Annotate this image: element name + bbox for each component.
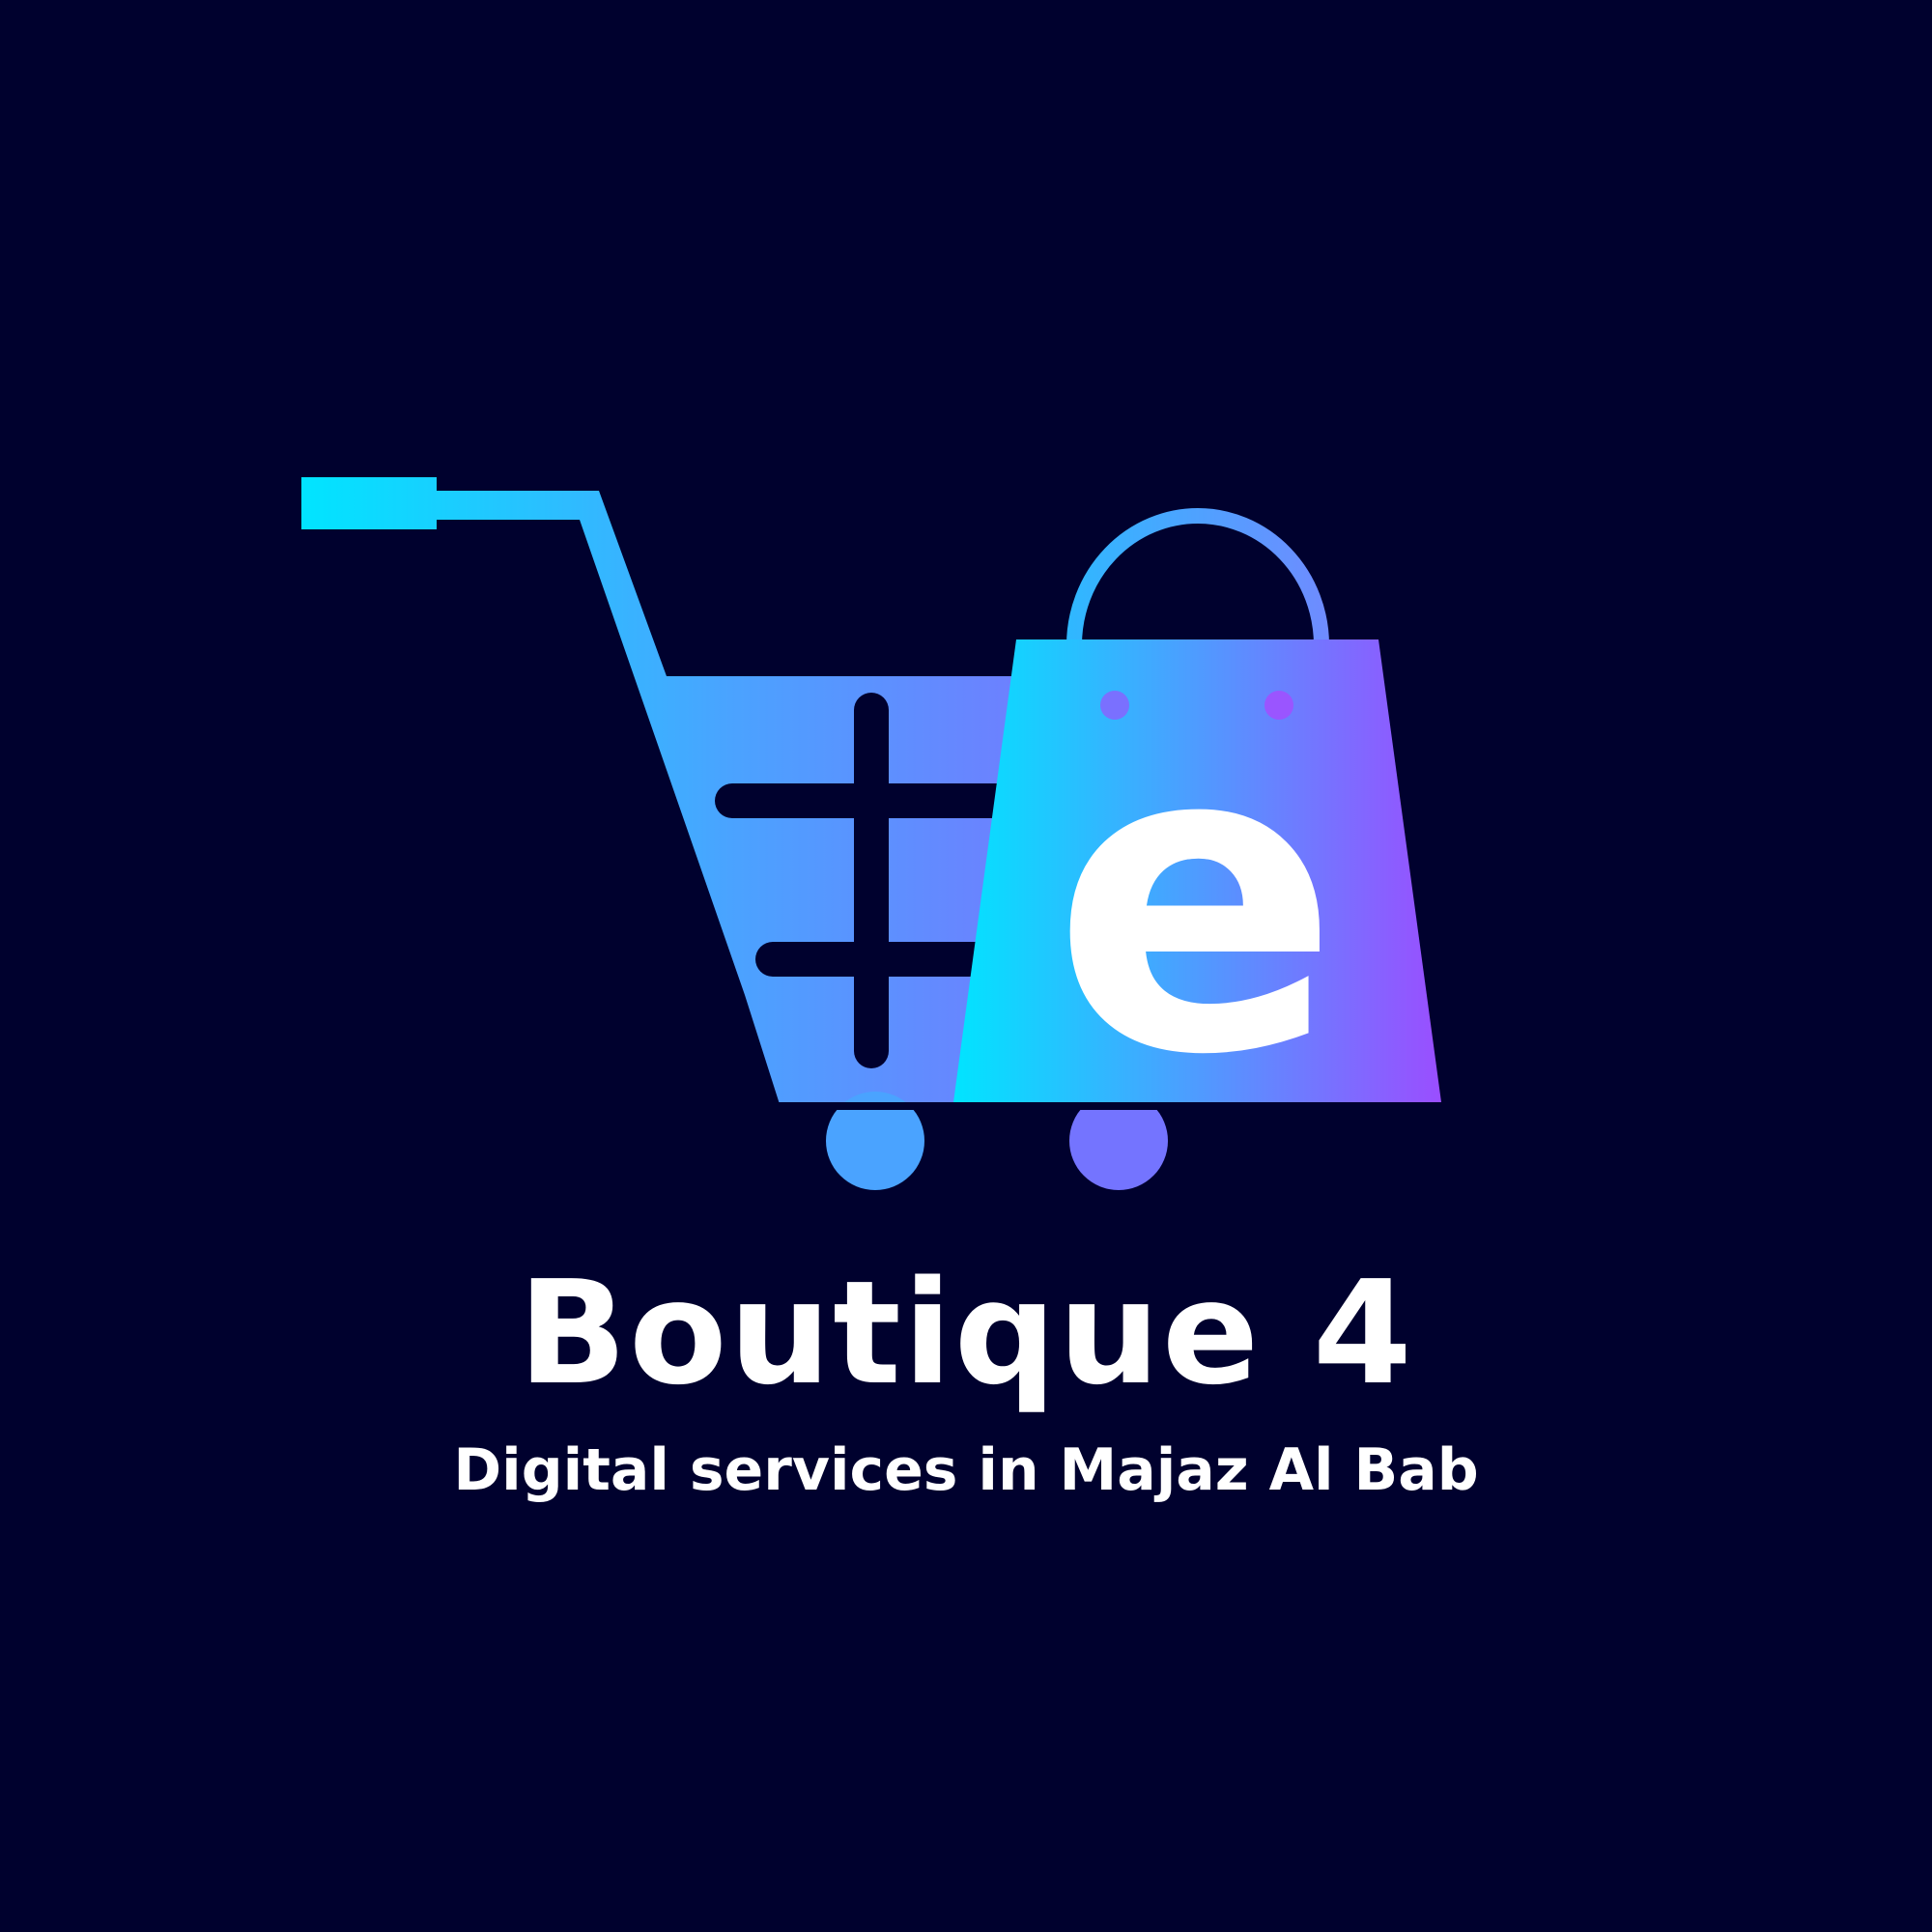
brand-title: Boutique 4	[518, 1250, 1414, 1416]
bag-handle	[1066, 508, 1329, 646]
logo-letter-e: e	[1052, 653, 1340, 1148]
brand-tagline: Digital services in Majaz Al Bab	[453, 1436, 1479, 1504]
cart-handle-grip	[301, 477, 437, 529]
brand-logo: e	[301, 477, 1441, 1190]
